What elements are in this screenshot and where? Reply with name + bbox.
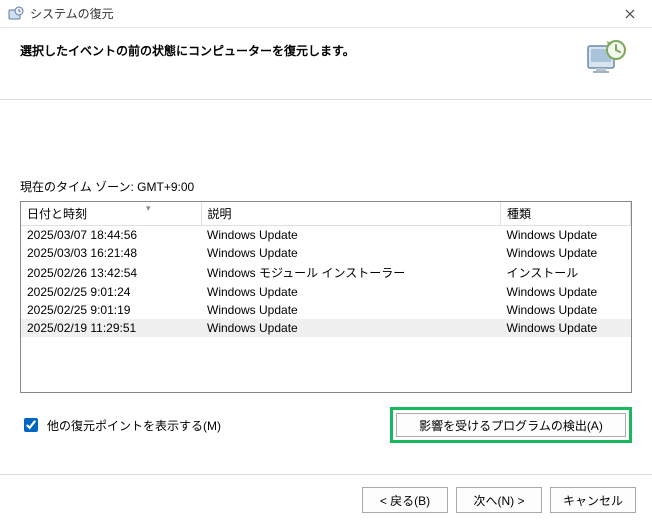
table-cell-type: Windows Update [501,301,631,319]
header-text: 選択したイベントの前の状態にコンピューターを復元します。 [20,40,355,59]
table-cell-date: 2025/02/26 13:42:54 [21,262,201,283]
table-row[interactable]: 2025/02/25 9:01:24Windows UpdateWindows … [21,283,631,301]
table-cell-date: 2025/03/03 16:21:48 [21,244,201,262]
table-cell-desc: Windows Update [201,283,501,301]
scan-button-highlight: 影響を受けるプログラムの検出(A) [390,407,632,443]
table-row-empty [21,355,631,373]
show-more-checkbox-label: 他の復元ポイントを表示する(M) [47,417,221,434]
table-row-empty [21,337,631,355]
table-cell-type: Windows Update [501,244,631,262]
table-cell-date: 2025/02/19 11:29:51 [21,319,201,337]
table-cell-type: インストール [501,262,631,283]
table-cell-desc: Windows Update [201,319,501,337]
show-more-checkbox[interactable]: 他の復元ポイントを表示する(M) [20,415,221,435]
sort-indicator-icon: ▾ [146,203,151,214]
column-header-desc[interactable]: 説明 [201,202,501,226]
content-area: 現在のタイム ゾーン: GMT+9:00 日付と時刻 ▾ 説明 種類 [0,100,652,453]
table-row[interactable]: 2025/03/07 18:44:56Windows UpdateWindows… [21,226,631,245]
column-header-desc-label: 説明 [208,207,232,221]
header-area: 選択したイベントの前の状態にコンピューターを復元します。 [0,28,652,100]
table-cell-desc: Windows Update [201,301,501,319]
table-row[interactable]: 2025/02/25 9:01:19Windows UpdateWindows … [21,301,631,319]
column-header-type[interactable]: 種類 [501,202,631,226]
table-cell-type: Windows Update [501,283,631,301]
restore-icon [8,6,24,22]
table-cell-desc: Windows Update [201,226,501,245]
titlebar: システムの復元 [0,0,652,28]
table-cell-type: Windows Update [501,319,631,337]
timezone-label: 現在のタイム ゾーン: GMT+9:00 [20,178,632,195]
window-title: システムの復元 [30,5,114,22]
system-restore-large-icon [584,38,628,81]
table-cell-date: 2025/02/25 9:01:19 [21,301,201,319]
table-cell-desc: Windows Update [201,244,501,262]
next-button[interactable]: 次へ(N) > [456,487,542,513]
footer: < 戻る(B) 次へ(N) > キャンセル [0,474,652,525]
table-cell-desc: Windows モジュール インストーラー [201,262,501,283]
table-row[interactable]: 2025/02/19 11:29:51Windows UpdateWindows… [21,319,631,337]
cancel-button[interactable]: キャンセル [550,487,636,513]
table-cell-type: Windows Update [501,226,631,245]
column-header-date[interactable]: 日付と時刻 ▾ [21,202,201,226]
close-button[interactable] [608,0,652,28]
column-header-type-label: 種類 [507,207,531,221]
table-row[interactable]: 2025/03/03 16:21:48Windows UpdateWindows… [21,244,631,262]
show-more-checkbox-input[interactable] [24,418,38,432]
restore-points-table[interactable]: 日付と時刻 ▾ 説明 種類 2025/03/07 18:44:56Windows… [20,201,632,393]
column-header-date-label: 日付と時刻 [27,207,87,221]
table-cell-date: 2025/02/25 9:01:24 [21,283,201,301]
table-row[interactable]: 2025/02/26 13:42:54Windows モジュール インストーラー… [21,262,631,283]
back-button[interactable]: < 戻る(B) [362,487,448,513]
scan-affected-programs-button[interactable]: 影響を受けるプログラムの検出(A) [396,413,626,437]
table-cell-date: 2025/03/07 18:44:56 [21,226,201,245]
table-row-empty [21,373,631,391]
